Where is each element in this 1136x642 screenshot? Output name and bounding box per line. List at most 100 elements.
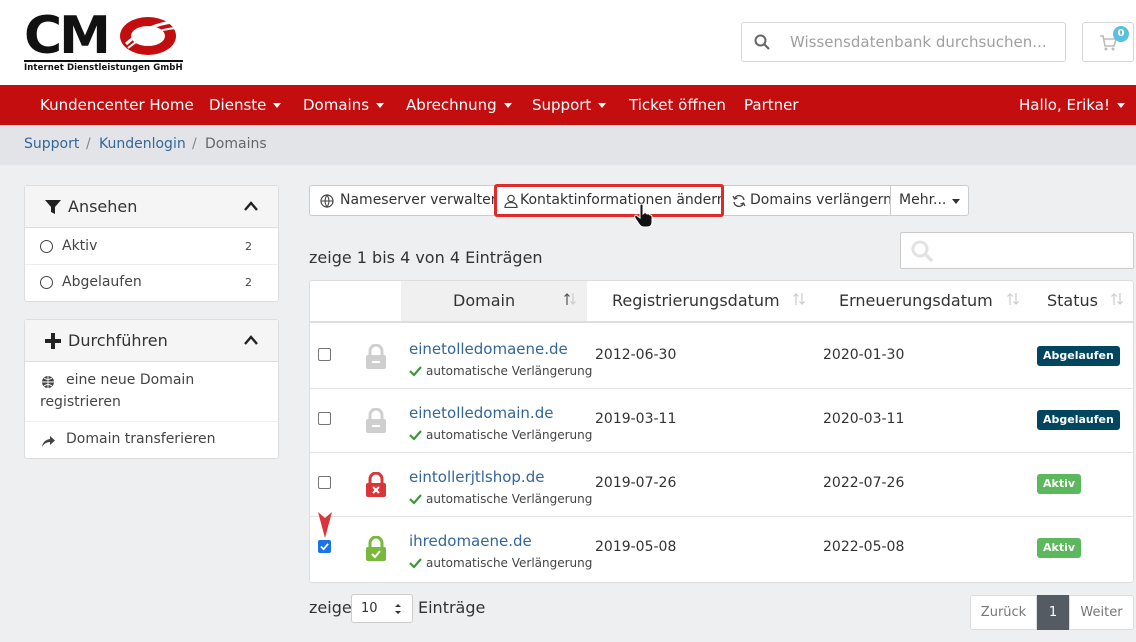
action-register-domain[interactable]: eine neue Domain registrieren [25,363,278,422]
filter-expired[interactable]: Abgelaufen 2 [25,265,278,301]
caret-down-icon [1116,103,1125,108]
filter-active[interactable]: Aktiv 2 [25,229,278,265]
nav-item-open-ticket[interactable]: Ticket öffnen [629,85,726,125]
page-size-select[interactable]: 10 [351,594,413,623]
sort-icon[interactable] [792,292,806,306]
lock-grey-icon [366,344,386,369]
breadcrumb-separator: / [192,136,197,152]
actions-panel-header[interactable]: Durchführen [25,320,278,362]
caret-down-icon [273,103,282,108]
domain-link[interactable]: einetolledomain.de [409,404,553,422]
manage-nameservers-button[interactable]: Nameserver verwalten [309,185,500,216]
auto-renew-text: automatische Verlängerung [426,364,593,378]
row-checkbox[interactable] [318,476,331,489]
domains-table: Domain Registrierungsdatum Erneuerungsda… [309,280,1134,583]
status-badge: Abgelaufen [1037,410,1120,430]
row-checkbox[interactable] [318,348,331,361]
column-status[interactable]: Status [1047,281,1098,321]
sort-icon[interactable] [1006,292,1020,306]
view-filter-panel: Ansehen Aktiv 2 Abgelaufen 2 [24,185,279,302]
table-info: zeige 1 bis 4 von 4 Einträgen [309,248,543,267]
knowledgebase-search[interactable] [741,22,1066,62]
table-search-input[interactable] [900,232,1134,269]
nav-label: Abrechnung [406,96,497,114]
pagination-next[interactable]: Weiter [1069,595,1134,630]
nav-item-domains[interactable]: Domains [303,85,385,125]
row-checkbox[interactable] [318,540,331,553]
filter-icon [45,200,61,214]
nav-item-support[interactable]: Support [532,85,607,125]
sort-icon[interactable] [1110,292,1124,306]
highlight-box [494,184,724,217]
page-size-suffix: Einträge [418,598,486,617]
lock-red-icon [366,472,386,497]
header: CM Internet Dienstleistungen GmbH 0 [0,0,1136,85]
status-badge: Aktiv [1037,474,1082,494]
nav-label: Kundencenter Home [40,96,194,114]
main-nav: Kundencenter Home Dienste Domains Abrech… [0,85,1136,125]
pagination-page-1[interactable]: 1 [1037,595,1069,630]
renewal-date: 2022-05-08 [823,539,905,555]
check-icon [409,558,422,568]
status-badge: Abgelaufen [1037,346,1120,366]
actions-panel: Durchführen eine neue Domain registriere… [24,319,279,459]
caret-down-icon [376,103,385,108]
pagination-previous[interactable]: Zurück [970,595,1037,630]
search-icon [754,34,770,50]
table-header: Domain Registrierungsdatum Erneuerungsda… [310,281,1133,323]
lock-green-icon [366,536,386,561]
more-actions-dropdown[interactable]: Mehr... [890,185,969,216]
nav-item-partner[interactable]: Partner [744,85,799,125]
search-input[interactable] [790,31,1055,53]
lock-grey-icon [366,408,386,433]
nav-label: Dienste [209,96,267,114]
breadcrumb-client-login[interactable]: Kundenlogin [99,136,186,152]
caret-down-icon [503,103,512,108]
table-row[interactable]: eintollerjtlshop.de automatische Verläng… [310,453,1133,517]
domain-link[interactable]: ihredomaene.de [409,532,532,550]
nav-label: Domains [303,96,370,114]
check-icon [409,494,422,504]
radio-button [40,276,53,289]
nav-item-billing[interactable]: Abrechnung [406,85,512,125]
table-row[interactable]: einetolledomain.de automatische Verlänge… [310,389,1133,453]
domain-link[interactable]: einetolledomaene.de [409,340,568,358]
renewal-date: 2020-03-11 [823,411,905,427]
updown-icon [395,604,401,614]
plus-icon [45,333,61,349]
action-transfer-domain[interactable]: Domain transferieren [25,422,278,458]
breadcrumb-separator: / [86,136,91,152]
sort-ascending-icon [564,293,576,305]
button-label: Mehr... [899,192,947,208]
column-renewal-date[interactable]: Erneuerungsdatum [839,281,993,321]
auto-renew-label: automatische Verlängerung [409,364,592,378]
breadcrumb-support[interactable]: Support [24,136,79,152]
breadcrumb-current: Domains [205,136,267,152]
column-domain[interactable]: Domain [401,281,587,321]
filter-count: 2 [245,276,252,289]
renew-domains-button[interactable]: Domains verlängern [722,185,892,216]
nav-user-menu[interactable]: Hallo, Erika! [1019,85,1125,125]
view-panel-header[interactable]: Ansehen [25,186,278,228]
domain-link[interactable]: eintollerjtlshop.de [409,468,544,486]
row-checkbox[interactable] [318,412,331,425]
user-greeting: Hallo, Erika! [1019,96,1110,114]
auto-renew-label: automatische Verlängerung [409,556,592,570]
annotation-arrow-icon [318,512,332,538]
globe-icon [320,194,334,208]
table-row[interactable]: einetolledomaene.de automatische Verläng… [310,325,1133,389]
cart-button[interactable]: 0 [1082,22,1134,62]
filter-count: 2 [245,240,252,253]
column-registration-date[interactable]: Registrierungsdatum [612,281,780,321]
nav-label: Ticket öffnen [629,96,726,114]
company-logo[interactable]: CM Internet Dienstleistungen GmbH [22,6,183,74]
logo-subtitle: Internet Dienstleistungen GmbH [24,60,183,73]
button-label: Domains verlängern [750,192,892,208]
refresh-icon [732,194,746,208]
table-row[interactable]: ihredomaene.de automatische Verlängerung… [310,517,1133,581]
nav-item-home[interactable]: Kundencenter Home [40,85,194,125]
nav-item-services[interactable]: Dienste [209,85,282,125]
registration-date: 2012-06-30 [595,347,677,363]
action-label: eine neue Domain [66,372,195,388]
auto-renew-text: automatische Verlängerung [426,428,593,442]
